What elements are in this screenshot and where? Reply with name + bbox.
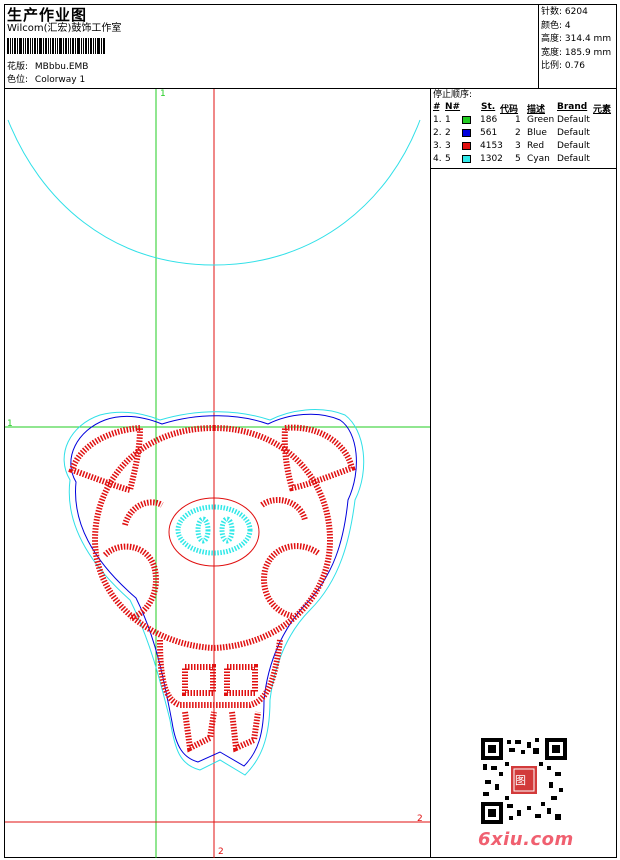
- stat-height: 高度: 314.4 mm: [541, 34, 612, 44]
- color-swatch: [462, 116, 471, 124]
- pig-ear-left: [68, 424, 144, 494]
- design-file-name: MBbbu.EMB: [34, 62, 89, 72]
- colorway-label: 色位: Colorway 1: [7, 75, 85, 86]
- watermark-logo: 6xiu.com: [478, 829, 574, 850]
- nostril-left: [195, 516, 211, 544]
- row-desc: Cyan: [527, 154, 550, 164]
- stat-colors: 颜色: 4: [541, 20, 571, 31]
- guide-label-red-right: 2: [417, 814, 423, 824]
- row-desc: Green: [527, 115, 555, 125]
- page-title: 生产作业图: [7, 6, 88, 24]
- row-index: 3.: [433, 141, 442, 151]
- row-code: 1: [515, 115, 521, 125]
- design-label: 花版: MBbbu.EMB: [7, 62, 88, 73]
- color-swatch: [462, 155, 471, 163]
- col-desc: 描述: [527, 105, 546, 115]
- row-index: 1.: [433, 115, 442, 125]
- row-index: 4.: [433, 154, 442, 164]
- col-needle: N#: [445, 102, 461, 112]
- row-stitches: 186: [480, 115, 498, 125]
- row-brand: Default: [557, 115, 590, 125]
- nostril-right: [219, 516, 235, 544]
- guide-label-green-left: 1: [7, 419, 13, 429]
- bow-left-box: [182, 664, 216, 696]
- sequence-title: 停止顺序:: [433, 90, 473, 100]
- col-element: 元素: [593, 105, 612, 115]
- row-needle: 3: [445, 141, 451, 151]
- sequence-header: # N# St. 代码 描述 Brand 元素: [433, 102, 617, 115]
- pig-body: [157, 639, 283, 708]
- row-brand: Default: [557, 141, 590, 151]
- row-needle: 2: [445, 128, 451, 138]
- barcode: [7, 38, 122, 54]
- col-index: #: [433, 102, 440, 112]
- color-swatch: [462, 129, 471, 137]
- row-stitches: 561: [480, 128, 498, 138]
- company-name: Wilcom(汇宏)鼓饰工作室: [7, 23, 122, 34]
- sequence-row: 3. 3 4153 3 Red Default: [433, 141, 617, 154]
- stat-width: 宽度: 185.9 mm: [541, 47, 612, 58]
- color-swatch: [462, 142, 471, 150]
- colorway-name: Colorway 1: [34, 75, 86, 85]
- bow-tail-left: [182, 711, 217, 753]
- pig-brow-right: [260, 497, 308, 522]
- stat-stitches: 针数: 6204: [541, 7, 588, 17]
- stats-divider: [538, 4, 539, 89]
- row-desc: Red: [527, 141, 545, 151]
- sequence-rows: 1. 1 186 1 Green Default 2. 2 561 2 Blue Default 3. 3…: [433, 115, 617, 167]
- row-code: 2: [515, 128, 521, 138]
- row-stitches: 4153: [480, 141, 503, 151]
- row-brand: Default: [557, 154, 590, 164]
- guide-label-red-bottom: 2: [218, 847, 224, 857]
- panel-divider: [430, 88, 431, 858]
- guide-label-green-top: 1: [160, 89, 166, 99]
- table-bottom-line: [430, 168, 617, 169]
- design-canvas: [5, 89, 430, 858]
- stat-scale: 比例: 0.76: [541, 61, 585, 71]
- qr-stamp: 图: [515, 774, 526, 787]
- col-code: 代码: [500, 105, 519, 115]
- row-needle: 1: [445, 115, 451, 125]
- row-brand: Default: [557, 128, 590, 138]
- pig-embroidery: [68, 424, 356, 753]
- bow-right-box: [224, 664, 258, 696]
- row-needle: 5: [445, 154, 451, 164]
- col-brand: Brand: [557, 102, 588, 112]
- sequence-row: 4. 5 1302 5 Cyan Default: [433, 154, 617, 167]
- bow-tail-right: [229, 711, 261, 753]
- stats-block: 针数: 6204 颜色: 4 高度: 314.4 mm 宽度: 185.9 mm…: [541, 6, 611, 74]
- col-stitches: St.: [481, 102, 496, 112]
- colorway-label-text: 色位:: [7, 75, 29, 85]
- row-code: 3: [515, 141, 521, 151]
- row-stitches: 1302: [480, 154, 503, 164]
- design-label-text: 花版:: [7, 62, 29, 72]
- pig-cheek-left: [102, 543, 159, 621]
- pig-cheek-right: [261, 543, 320, 619]
- sequence-row: 2. 2 561 2 Blue Default: [433, 128, 617, 141]
- row-index: 2.: [433, 128, 442, 138]
- sequence-row: 1. 1 186 1 Green Default: [433, 115, 617, 128]
- row-code: 5: [515, 154, 521, 164]
- pig-head: [91, 424, 334, 652]
- row-desc: Blue: [527, 128, 547, 138]
